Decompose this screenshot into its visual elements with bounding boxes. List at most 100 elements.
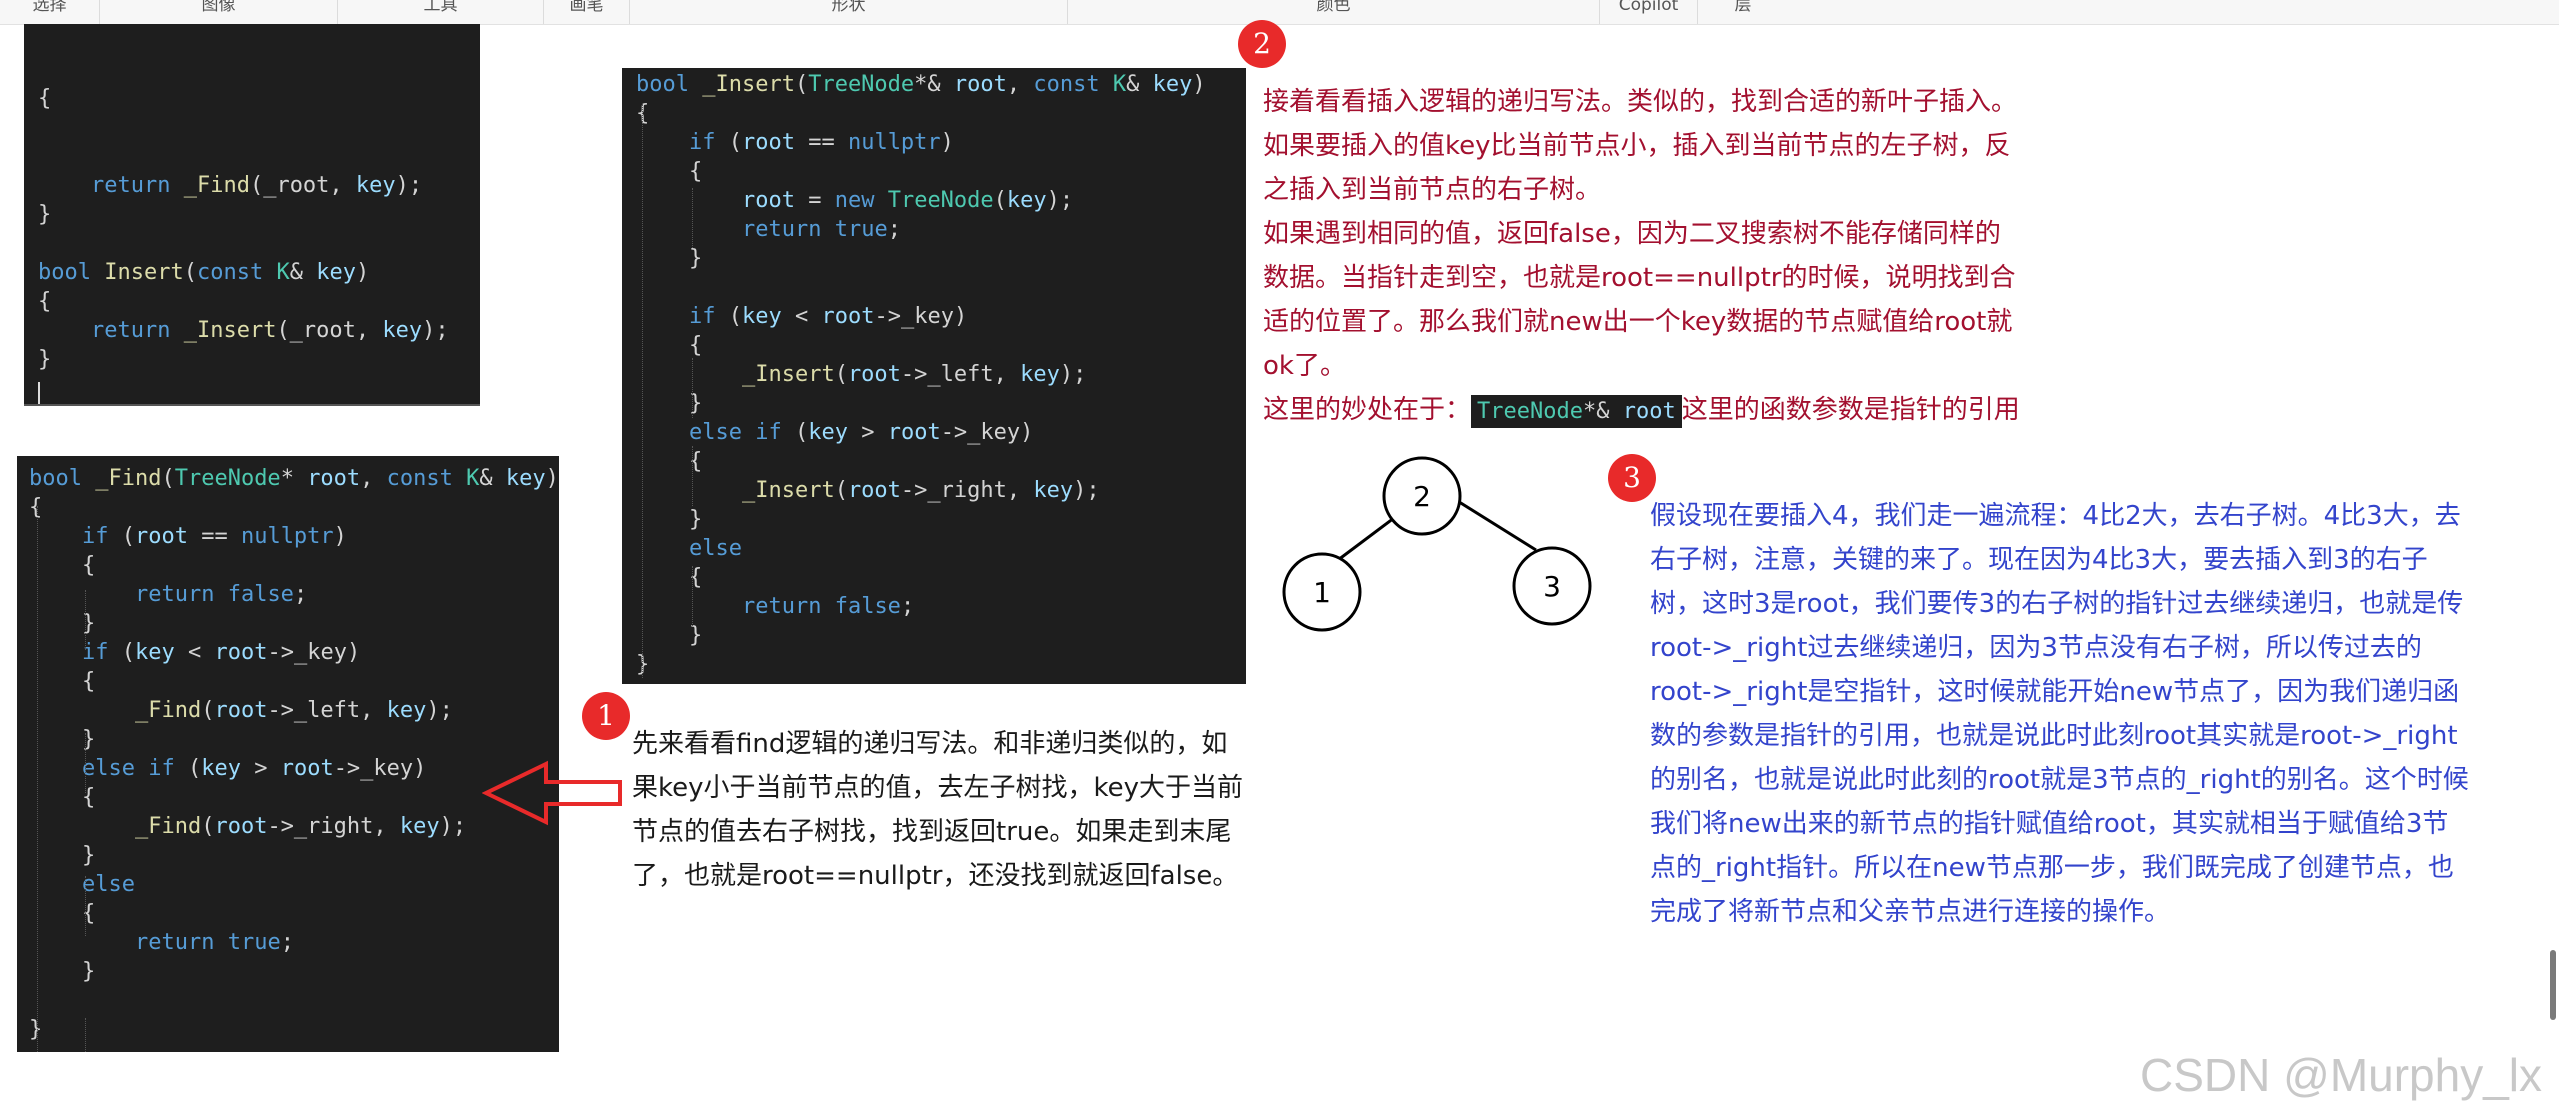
- code-line: {: [29, 493, 559, 522]
- code-token: root: [847, 362, 901, 387]
- code-line: if (root == nullptr): [29, 522, 559, 551]
- code-token: key: [1033, 478, 1074, 503]
- code-token: root: [847, 478, 901, 503]
- note-insert-suffix: 这里的函数参数是指针的引用: [1681, 395, 2020, 425]
- tree-edge-right: [1455, 498, 1537, 552]
- svg-text:3: 3: [1543, 570, 1561, 603]
- watermark: CSDN @Murphy_lx: [2140, 1049, 2543, 1101]
- tab-image[interactable]: 图像: [100, 0, 338, 24]
- indent-guide: [37, 506, 38, 1052]
- code-token: }: [636, 507, 703, 532]
- code-token: return: [741, 594, 822, 619]
- code-line: return false;: [636, 592, 1246, 621]
- code-token: bool: [29, 466, 82, 491]
- inline-code-type: TreeNode: [1477, 399, 1583, 424]
- code-token: root: [741, 130, 795, 155]
- tab-copilot[interactable]: Copilot: [1600, 0, 1698, 24]
- code-token: key: [399, 814, 440, 839]
- code-token: nullptr: [240, 524, 334, 549]
- code-token: >: [847, 420, 888, 445]
- code-token: TreeNode: [808, 72, 915, 97]
- code-token: }: [38, 347, 52, 372]
- code-line: {: [38, 287, 480, 316]
- code-token: (: [781, 420, 809, 445]
- code-token: key: [355, 173, 396, 198]
- code-token: {: [38, 289, 52, 314]
- inline-code-operator: *&: [1582, 399, 1623, 424]
- code-line: return true;: [29, 928, 559, 957]
- code-token: ,: [1006, 72, 1034, 97]
- code-token: {: [636, 333, 703, 358]
- tab-select[interactable]: 选择: [0, 0, 100, 24]
- code-token: );: [426, 698, 453, 723]
- code-token: ;: [887, 217, 901, 242]
- code-token: (: [715, 304, 742, 329]
- code-token: ->_left,: [267, 698, 387, 723]
- note-insert-paragraph-3: 这里的妙处在于： TreeNode*& root 这里的函数参数是指针的引用: [1263, 388, 2023, 434]
- code-token: TreeNode: [174, 466, 281, 491]
- code-token: <: [174, 640, 215, 665]
- code-token: ->_key): [940, 420, 1034, 445]
- code-line: _Find(root->_left, key);: [29, 696, 559, 725]
- code-line: return _Find(_root, key);: [38, 171, 480, 200]
- inline-code-param: root: [1622, 399, 1676, 424]
- code-token: ;: [900, 594, 915, 619]
- code-token: (: [993, 188, 1007, 213]
- code-line: }: [38, 200, 480, 229]
- code-token: _Find: [95, 466, 162, 491]
- tab-tools[interactable]: 工具: [338, 0, 544, 24]
- code-token: ->_key): [333, 756, 427, 781]
- code-line: }: [636, 244, 1246, 273]
- code-line: {: [636, 99, 1246, 128]
- indent-guide: [692, 566, 693, 626]
- code-token: true: [834, 217, 888, 242]
- code-token: }: [29, 843, 96, 868]
- code-token: ->_right,: [267, 814, 400, 839]
- tab-brush[interactable]: 画笔: [544, 0, 630, 24]
- code-token: {: [29, 495, 43, 520]
- indent-guide: [692, 446, 693, 506]
- tab-colors[interactable]: 颜色: [1068, 0, 1600, 24]
- indent-guide: [85, 876, 86, 936]
- code-token: return: [90, 318, 171, 343]
- panel-divider: [24, 404, 480, 406]
- code-token: root: [134, 524, 188, 549]
- tab-layers[interactable]: 层: [1698, 0, 1788, 24]
- code-token: K: [466, 466, 480, 491]
- code-token: else: [688, 536, 742, 561]
- code-token: root: [821, 304, 875, 329]
- code-line: else: [29, 870, 559, 899]
- scrollbar-thumb[interactable]: [2550, 950, 2556, 1020]
- code-line: }: [29, 1015, 559, 1044]
- code-token: key: [1020, 362, 1060, 387]
- code-line: }: [29, 841, 559, 870]
- code-line: }: [636, 389, 1246, 418]
- arrow-icon: [482, 760, 622, 826]
- code-token: }: [636, 246, 703, 271]
- code-line: {: [29, 667, 559, 696]
- code-token: key: [201, 756, 241, 781]
- code-line: {: [636, 563, 1246, 592]
- vertical-scrollbar[interactable]: [2547, 0, 2559, 1119]
- code-line: _Insert(root->_left, key);: [636, 360, 1246, 389]
- code-line: else if (key > root->_key): [29, 754, 559, 783]
- tab-shapes[interactable]: 形状: [630, 0, 1068, 24]
- code-token: (: [715, 130, 742, 155]
- code-token: K: [1112, 72, 1127, 97]
- note-walkthrough-explanation: 假设现在要插入4，我们走一遍流程：4比2大，去右子树。4比3大，去右子树，注意，…: [1650, 501, 2469, 927]
